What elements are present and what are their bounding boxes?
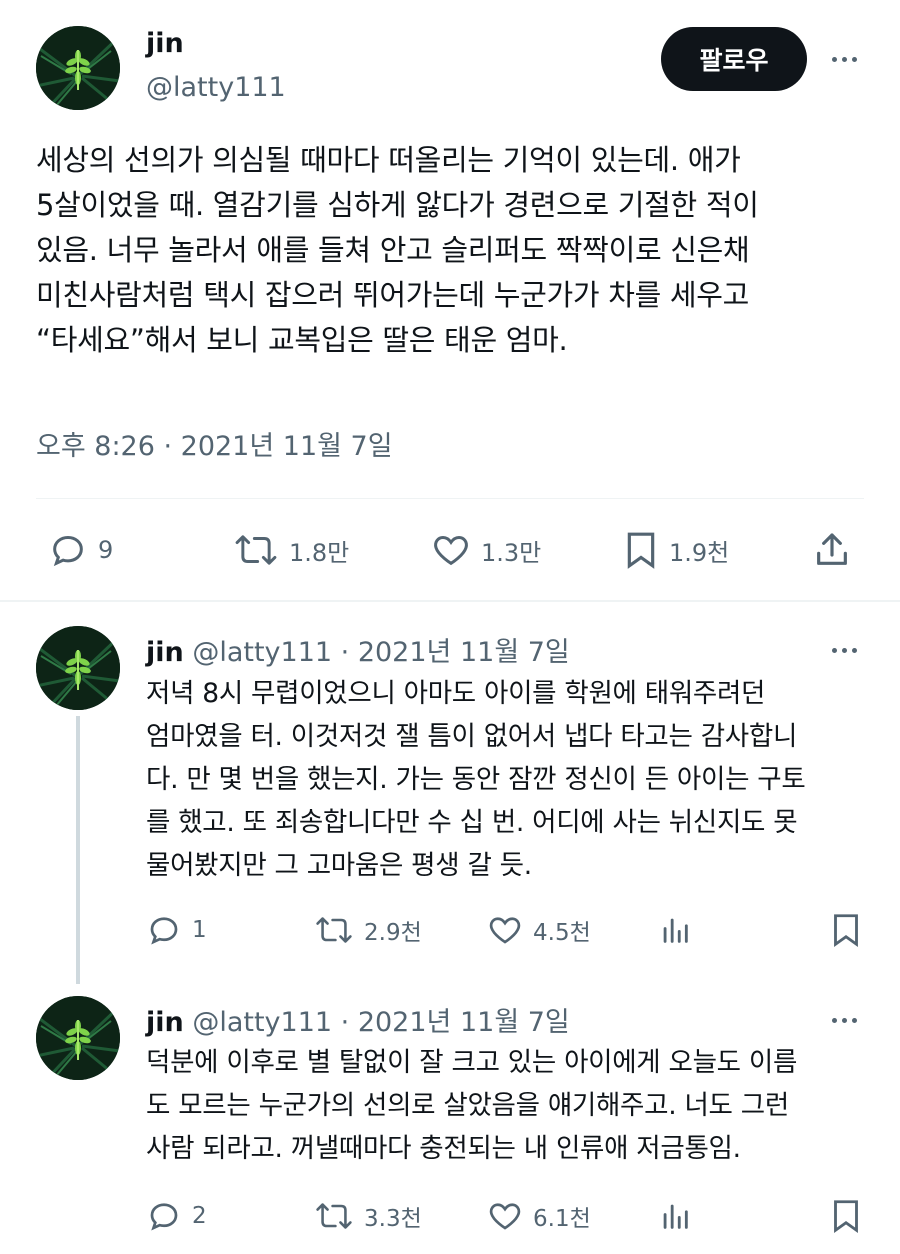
bookmark-count: 1.9천 bbox=[669, 538, 730, 567]
like-count: 1.3만 bbox=[481, 538, 542, 567]
reply-date[interactable]: · 2021년 11월 7일 bbox=[341, 637, 570, 668]
bookmark-button[interactable] bbox=[830, 1196, 862, 1236]
reply-avatar[interactable] bbox=[36, 996, 120, 1080]
heart-icon bbox=[434, 535, 468, 566]
retweet-button[interactable]: 3.3천 bbox=[314, 1196, 422, 1236]
reply-icon bbox=[53, 535, 83, 567]
like-count: 6.1천 bbox=[533, 1206, 591, 1232]
fern-avatar-icon bbox=[36, 26, 120, 110]
retweet-icon bbox=[316, 1203, 352, 1229]
reply-button[interactable]: 1 bbox=[146, 910, 207, 950]
divider bbox=[36, 498, 864, 499]
reply-count: 2 bbox=[192, 1203, 207, 1229]
author-avatar[interactable] bbox=[36, 26, 120, 110]
retweet-button[interactable]: 1.8만 bbox=[233, 528, 349, 572]
reply-date[interactable]: · 2021년 11월 7일 bbox=[341, 1007, 570, 1038]
reply-count: 9 bbox=[98, 536, 114, 564]
like-count: 4.5천 bbox=[533, 920, 591, 946]
analytics-icon bbox=[663, 918, 688, 943]
reply-icon bbox=[150, 1203, 178, 1231]
reply-count: 1 bbox=[192, 917, 207, 943]
follow-button[interactable]: 팔로우 bbox=[661, 27, 807, 91]
retweet-count: 2.9천 bbox=[364, 920, 422, 946]
thread-connector-line bbox=[76, 716, 80, 984]
reply-button[interactable]: 2 bbox=[146, 1196, 207, 1236]
bookmark-button[interactable] bbox=[830, 910, 862, 950]
reply-header: jin @latty111 · 2021년 11월 7일 bbox=[146, 1000, 570, 1039]
bookmark-icon bbox=[834, 1200, 858, 1234]
retweet-button[interactable]: 2.9천 bbox=[314, 910, 422, 950]
bookmark-icon bbox=[627, 532, 655, 569]
retweet-icon bbox=[235, 535, 277, 565]
retweet-count: 1.8만 bbox=[289, 538, 350, 567]
author-handle[interactable]: @latty111 bbox=[146, 72, 286, 103]
reply-header: jin @latty111 · 2021년 11월 7일 bbox=[146, 630, 570, 669]
reply-handle[interactable]: @latty111 bbox=[192, 1007, 332, 1038]
like-button[interactable]: 4.5천 bbox=[487, 910, 591, 950]
reply-display-name[interactable]: jin bbox=[146, 637, 184, 668]
analytics-button[interactable] bbox=[658, 910, 692, 950]
author-display-name[interactable]: jin bbox=[146, 28, 184, 59]
like-button[interactable]: 6.1천 bbox=[487, 1196, 591, 1236]
more-options-icon[interactable] bbox=[824, 1007, 864, 1033]
tweet-text: 세상의 선의가 의심될 때마다 떠올리는 기억이 있는데. 애가 5살이었을 때… bbox=[36, 143, 759, 357]
reply-button[interactable]: 9 bbox=[48, 528, 113, 572]
fern-avatar-icon bbox=[36, 996, 120, 1080]
heart-icon bbox=[489, 1203, 521, 1230]
share-icon bbox=[817, 533, 847, 565]
tweet-timestamp[interactable]: 오후 8:26 · 2021년 11월 7일 bbox=[36, 424, 393, 463]
share-button[interactable] bbox=[812, 528, 852, 572]
bookmark-button[interactable]: 1.9천 bbox=[623, 528, 729, 572]
reply-handle[interactable]: @latty111 bbox=[192, 637, 332, 668]
analytics-icon bbox=[663, 1204, 688, 1229]
more-options-icon[interactable] bbox=[824, 46, 864, 72]
reply-icon bbox=[150, 917, 178, 945]
section-divider bbox=[0, 600, 900, 602]
retweet-count: 3.3천 bbox=[364, 1206, 422, 1232]
reply-text: 저녁 8시 무렵이었으니 아마도 아이를 학원에 태워주려던 엄마였을 터. 이… bbox=[146, 678, 806, 881]
like-button[interactable]: 1.3만 bbox=[431, 528, 541, 572]
reply-text: 덕분에 이후로 별 탈없이 잘 크고 있는 아이에게 오늘도 이름 도 모르는 … bbox=[146, 1047, 798, 1164]
more-options-icon[interactable] bbox=[824, 637, 864, 663]
fern-avatar-icon bbox=[36, 626, 120, 710]
retweet-icon bbox=[316, 917, 352, 943]
heart-icon bbox=[489, 917, 521, 944]
reply-display-name[interactable]: jin bbox=[146, 1007, 184, 1038]
analytics-button[interactable] bbox=[658, 1196, 692, 1236]
reply-avatar[interactable] bbox=[36, 626, 120, 710]
bookmark-icon bbox=[834, 914, 858, 948]
